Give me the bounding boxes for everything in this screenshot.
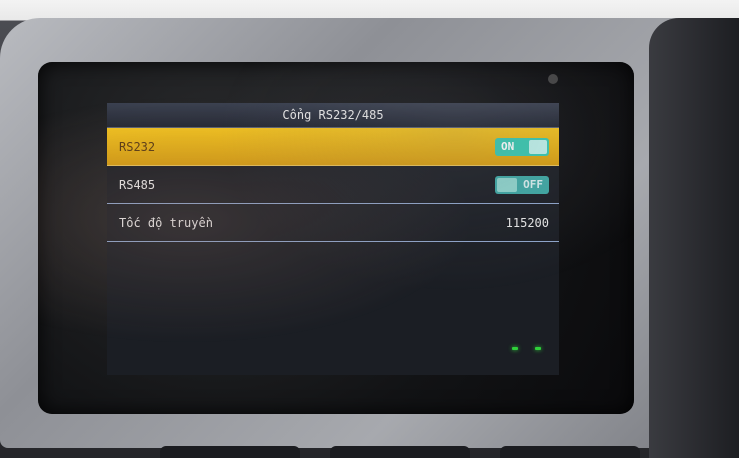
toggle-knob-icon bbox=[528, 139, 547, 154]
toggle-label-on: ON bbox=[501, 140, 515, 153]
hardware-key[interactable] bbox=[330, 446, 470, 458]
setting-label-rs485: RS485 bbox=[119, 177, 156, 192]
status-led-icon bbox=[535, 347, 541, 350]
toggle-knob-icon bbox=[497, 177, 518, 192]
page-title: Cổng RS232/485 bbox=[107, 103, 559, 128]
toggle-label-off: OFF bbox=[523, 178, 543, 191]
rs485-toggle[interactable]: OFF bbox=[495, 175, 549, 194]
setting-row-rs232[interactable]: RS232 ON bbox=[107, 128, 559, 166]
setting-row-rs485[interactable]: RS485 OFF bbox=[107, 166, 559, 204]
light-sensor-icon bbox=[548, 74, 558, 84]
device-photo: Cổng RS232/485 RS232 ON RS485 OFF Tốc độ… bbox=[0, 0, 739, 458]
setting-label-baud-rate: Tốc độ truyền bbox=[119, 215, 213, 230]
rs232-toggle[interactable]: ON bbox=[495, 137, 549, 156]
hardware-keys bbox=[160, 446, 640, 458]
baud-rate-value: 115200 bbox=[505, 215, 549, 230]
setting-row-baud-rate[interactable]: Tốc độ truyền 115200 bbox=[107, 204, 559, 242]
setting-label-rs232: RS232 bbox=[119, 139, 156, 154]
hardware-key[interactable] bbox=[160, 446, 300, 458]
device-side bbox=[649, 18, 739, 458]
lcd-screen: Cổng RS232/485 RS232 ON RS485 OFF Tốc độ… bbox=[107, 103, 559, 375]
status-led-icon bbox=[512, 347, 518, 350]
hardware-key[interactable] bbox=[500, 446, 640, 458]
